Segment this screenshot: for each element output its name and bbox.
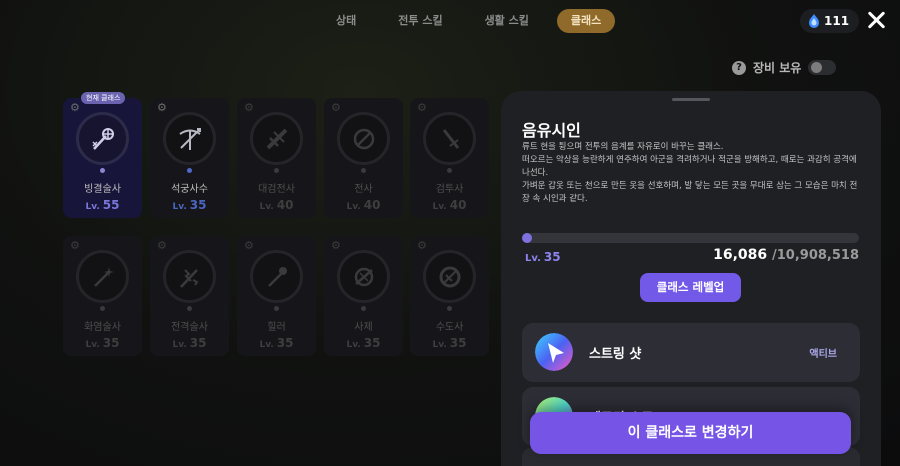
status-dot (274, 306, 279, 311)
status-dot (187, 168, 192, 173)
string-shot-icon (535, 333, 573, 371)
tab-bar: 상태 전투 스킬 생활 스킬 클래스 (322, 9, 616, 33)
class-name: 검투사 (435, 184, 464, 195)
gear-icon[interactable]: ⚙ (70, 102, 81, 113)
greatsword-icon (250, 112, 303, 165)
fire-wand-icon (76, 250, 129, 303)
status-dot (274, 168, 279, 173)
class-name: 힐러 (267, 322, 286, 333)
class-name: 빙결술사 (84, 184, 121, 195)
gear-icon[interactable]: ⚙ (417, 240, 428, 251)
shield-icon (337, 112, 390, 165)
gear-icon[interactable]: ⚙ (331, 102, 342, 113)
class-name: 화염술사 (84, 322, 121, 333)
gear-icon[interactable]: ⚙ (70, 240, 81, 251)
gear-icon[interactable]: ⚙ (417, 102, 428, 113)
frost-staff-icon (76, 112, 129, 165)
tab-life-skills[interactable]: 생활 스킬 (471, 9, 543, 33)
class-level: Lv. 35 (259, 336, 294, 350)
monk-icon (423, 250, 476, 303)
level-up-button[interactable]: 클래스 레벨업 (640, 273, 741, 302)
class-name: 석궁사수 (171, 184, 208, 195)
crossbow-icon (163, 112, 216, 165)
class-card-frost-mage[interactable]: ⚙ 현재 클래스 빙결술사 Lv. 55 (63, 92, 142, 218)
description-line: 류트 현을 튕으며 전투의 음계를 자유로이 바꾸는 클래스. (522, 142, 724, 152)
current-class-badge: 현재 클래스 (81, 92, 126, 104)
class-name: 대검전사 (258, 184, 295, 195)
skill-item[interactable]: 스트링 샷 액티브 (522, 323, 860, 382)
class-title: 음유시인 (522, 121, 581, 140)
equip-keep-option: ? 장비 보유 (732, 59, 837, 76)
class-level: Lv. 35 (432, 336, 467, 350)
xp-progress-fill (522, 233, 532, 243)
lightning-staff-icon (163, 250, 216, 303)
drag-handle[interactable] (672, 98, 710, 101)
description-line: 떠오르는 악상을 능란하게 연주하여 아군을 격려하거나 적군을 방해하고, 때… (522, 155, 857, 178)
class-name: 사제 (354, 322, 373, 333)
sword-icon (423, 112, 476, 165)
class-card-gladiator[interactable]: ⚙ 검투사 Lv. 40 (410, 98, 489, 218)
skill-type: 액티브 (809, 349, 837, 360)
xp-value: 16,086 /10,908,518 (713, 247, 859, 263)
class-card-priest[interactable]: ⚙ 사제 Lv. 35 (324, 236, 403, 356)
class-card-monk[interactable]: ⚙ 수도사 Lv. 35 (410, 236, 489, 356)
class-card-greatsword[interactable]: ⚙ 대검전사 Lv. 40 (237, 98, 316, 218)
class-level: Lv. 35 (346, 336, 381, 350)
skill-name: 스트링 샷 (589, 347, 642, 362)
blue-gem-icon (809, 14, 819, 28)
class-level: Lv. 40 (432, 198, 467, 212)
currency-value: 111 (824, 14, 850, 28)
class-card-warrior[interactable]: ⚙ 전사 Lv. 40 (324, 98, 403, 218)
tab-status[interactable]: 상태 (322, 9, 370, 33)
gear-icon[interactable]: ⚙ (244, 102, 255, 113)
class-card-healer[interactable]: ⚙ 힐러 Lv. 35 (237, 236, 316, 356)
tab-combat-skills[interactable]: 전투 스킬 (384, 9, 456, 33)
currency-display[interactable]: 111 (800, 9, 860, 33)
status-dot (100, 306, 105, 311)
gear-icon[interactable]: ⚙ (157, 102, 168, 113)
class-level: Lv. 35 (172, 198, 207, 212)
gear-icon[interactable]: ⚙ (157, 240, 168, 251)
class-detail-panel: 음유시인 류트 현을 튕으며 전투의 음계를 자유로이 바꾸는 클래스. 떠오르… (501, 91, 881, 466)
help-icon[interactable]: ? (732, 60, 746, 75)
class-name: 전격술사 (171, 322, 208, 333)
equip-keep-label: 장비 보유 (753, 61, 802, 75)
priest-icon (337, 250, 390, 303)
healer-staff-icon (250, 250, 303, 303)
status-dot (361, 168, 366, 173)
class-card-lightning-mage[interactable]: ⚙ 전격술사 Lv. 35 (150, 236, 229, 356)
equip-keep-toggle[interactable] (808, 60, 837, 75)
close-icon[interactable] (866, 10, 886, 30)
class-description: 류트 현을 튕으며 전투의 음계를 자유로이 바꾸는 클래스. 떠오르는 악상을… (522, 141, 862, 206)
class-level: Lv. 35 (525, 250, 561, 264)
class-level: Lv. 40 (259, 198, 294, 212)
class-card-crossbowman[interactable]: ⚙ 석궁사수 Lv. 35 (150, 98, 229, 218)
gear-icon[interactable]: ⚙ (244, 240, 255, 251)
class-level: Lv. 35 (85, 336, 120, 350)
status-dot (361, 306, 366, 311)
gear-icon[interactable]: ⚙ (331, 240, 342, 251)
status-dot (100, 168, 105, 173)
status-dot (447, 168, 452, 173)
class-name: 수도사 (435, 322, 464, 333)
xp-progress-bar (522, 233, 859, 243)
description-line: 가벼운 갑옷 또는 천으로 만든 옷을 선호하며, 발 닿는 모든 곳을 무대로… (522, 181, 858, 204)
class-level: Lv. 55 (85, 198, 120, 212)
status-dot (187, 306, 192, 311)
status-dot (447, 306, 452, 311)
tab-class[interactable]: 클래스 (556, 9, 616, 33)
class-level: Lv. 40 (346, 198, 381, 212)
class-card-fire-mage[interactable]: ⚙ 화염술사 Lv. 35 (63, 236, 142, 356)
class-level: Lv. 35 (172, 336, 207, 350)
class-name: 전사 (354, 184, 373, 195)
change-class-button[interactable]: 이 클래스로 변경하기 (530, 412, 851, 454)
